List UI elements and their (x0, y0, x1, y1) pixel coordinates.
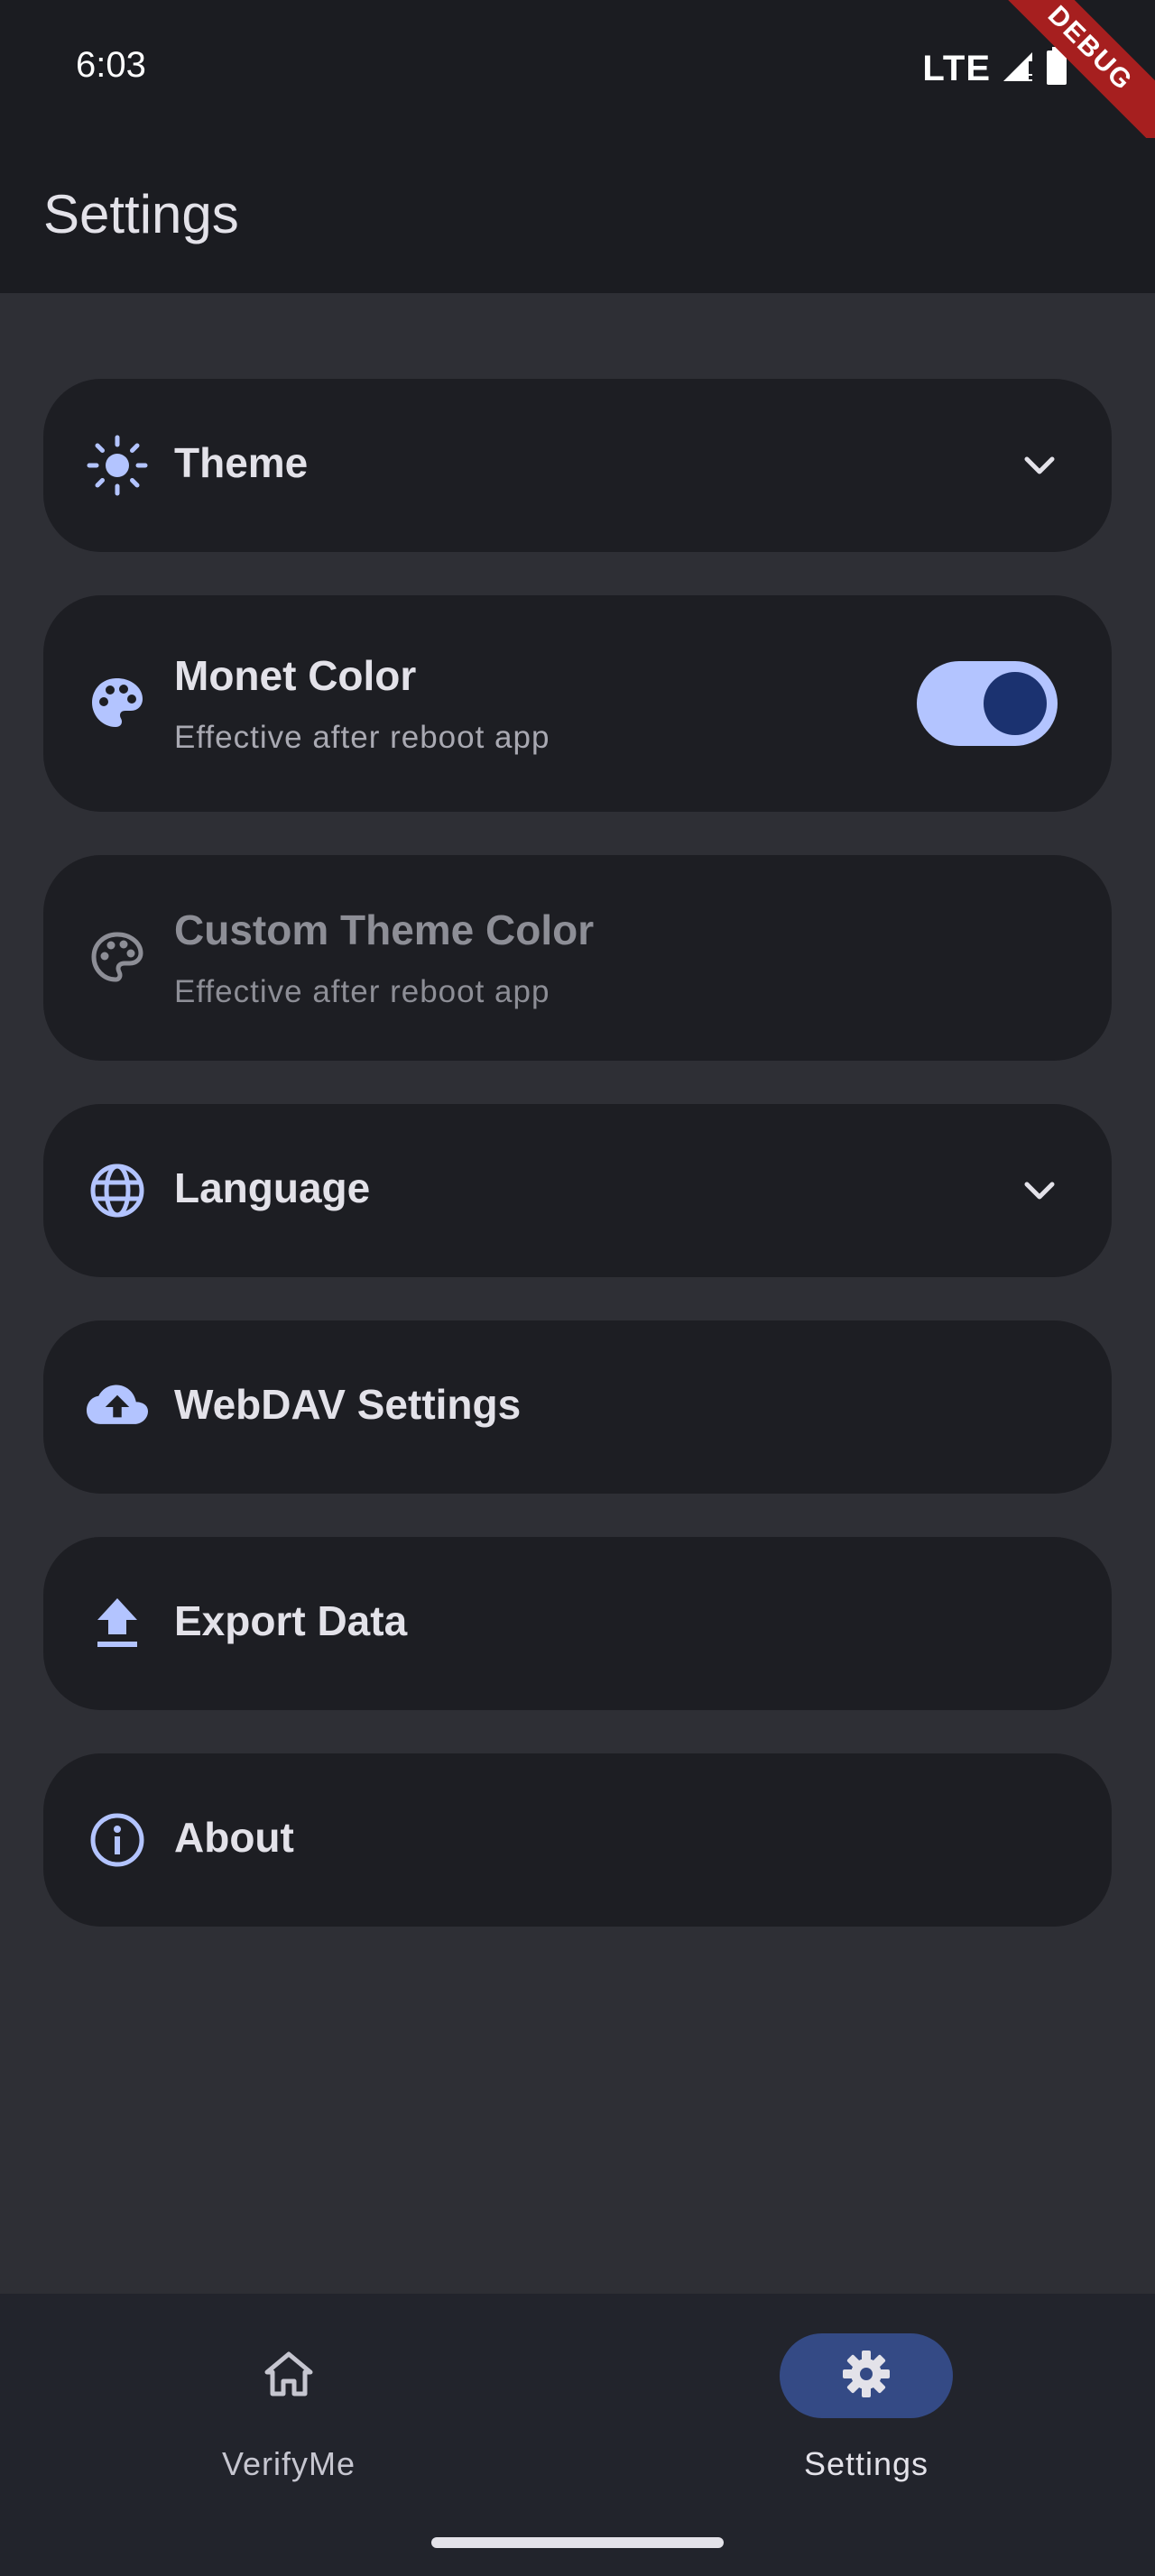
home-indicator[interactable] (431, 2537, 724, 2548)
app-bar: Settings (0, 138, 1155, 293)
nav-item-settings[interactable]: Settings (758, 2330, 975, 2492)
battery-icon (1045, 47, 1068, 91)
nav-item-verifyme[interactable]: VerifyMe (180, 2330, 397, 2492)
palette-icon (87, 673, 148, 734)
sun-icon (87, 435, 148, 496)
bottom-navigation: VerifyMe Settings (0, 2294, 1155, 2576)
export-data-item[interactable]: Export Data (43, 1537, 1112, 1710)
globe-icon (87, 1160, 148, 1221)
home-icon (262, 2349, 316, 2404)
theme-label: Theme (174, 439, 309, 486)
webdav-settings-item[interactable]: WebDAV Settings (43, 1320, 1112, 1494)
language-label: Language (174, 1164, 371, 1211)
status-time: 6:03 (76, 45, 146, 85)
webdav-settings-label: WebDAV Settings (174, 1381, 522, 1428)
signal-icon (1000, 49, 1036, 89)
status-bar: 6:03 LTE (0, 0, 1155, 138)
info-icon (87, 1809, 148, 1871)
nav-pill-active (780, 2333, 953, 2418)
monet-color-setting[interactable]: Monet Color Effective after reboot app (43, 595, 1112, 812)
monet-color-label: Monet Color (174, 652, 417, 699)
custom-theme-color-subtitle: Effective after reboot app (174, 974, 550, 1009)
toggle-thumb (984, 672, 1047, 735)
status-indicators: LTE (922, 47, 1068, 91)
custom-theme-color-label: Custom Theme Color (174, 906, 595, 953)
chevron-down-icon[interactable] (1018, 444, 1061, 487)
page-title: Settings (43, 184, 239, 244)
export-data-label: Export Data (174, 1597, 408, 1644)
language-setting[interactable]: Language (43, 1104, 1112, 1277)
nav-pill (202, 2333, 375, 2418)
about-item[interactable]: About (43, 1753, 1112, 1927)
custom-theme-color-setting[interactable]: Custom Theme Color Effective after reboo… (43, 855, 1112, 1061)
about-label: About (174, 1814, 294, 1861)
monet-color-toggle[interactable] (917, 661, 1058, 746)
gear-icon (839, 2347, 893, 2406)
network-type: LTE (922, 49, 991, 88)
palette-outline-icon (87, 927, 148, 989)
monet-color-subtitle: Effective after reboot app (174, 720, 550, 755)
cloud-upload-icon (87, 1376, 148, 1438)
nav-label-verifyme: VerifyMe (221, 2445, 356, 2482)
chevron-down-icon[interactable] (1018, 1169, 1061, 1212)
theme-setting[interactable]: Theme (43, 379, 1112, 552)
nav-label-settings: Settings (803, 2445, 929, 2482)
upload-icon (87, 1593, 148, 1654)
